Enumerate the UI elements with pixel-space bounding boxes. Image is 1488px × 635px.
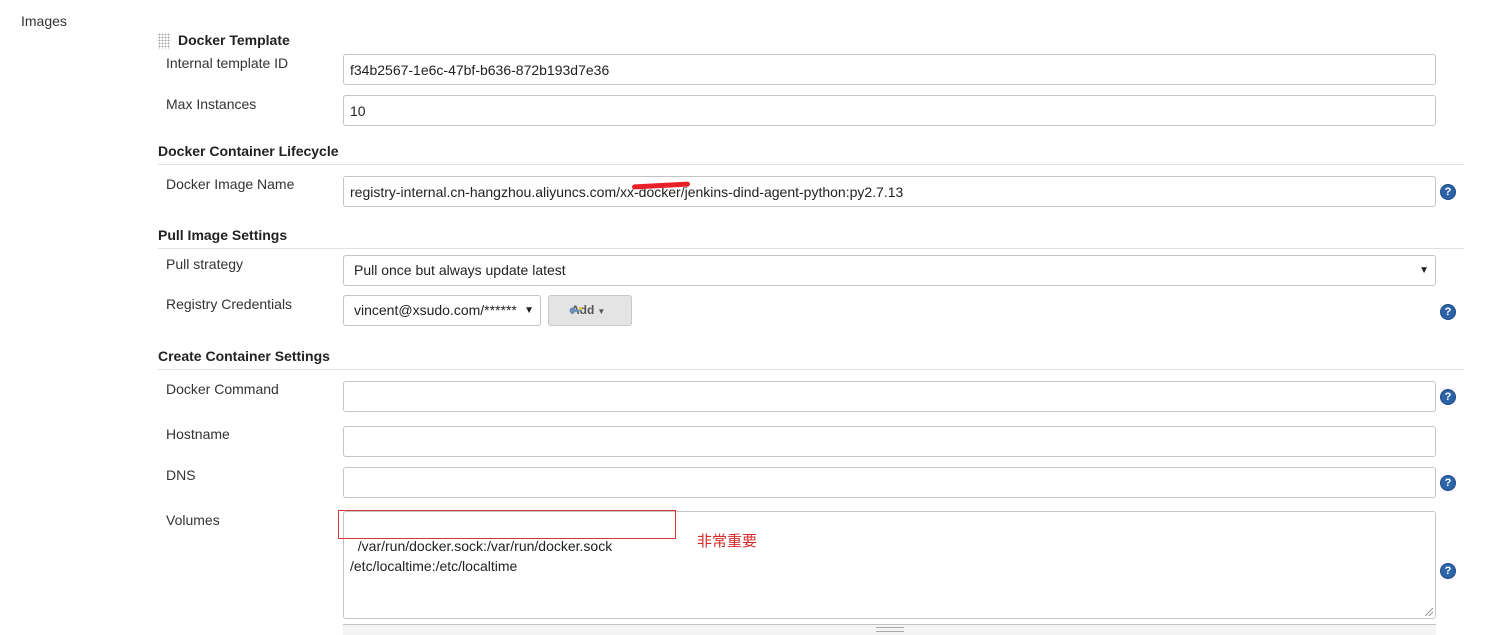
max-instances-input[interactable] xyxy=(343,95,1436,126)
template-id-label: Internal template ID xyxy=(166,55,289,71)
help-icon[interactable]: ? xyxy=(1440,184,1456,200)
dns-label: DNS xyxy=(166,467,196,483)
lifecycle-heading: Docker Container Lifecycle xyxy=(158,143,339,159)
textarea-resize-bar[interactable] xyxy=(343,624,1436,635)
volumes-label: Volumes xyxy=(166,512,220,528)
grip-icon xyxy=(876,627,904,632)
help-icon[interactable]: ? xyxy=(1440,389,1456,405)
drag-handle-icon[interactable] xyxy=(158,33,170,49)
image-name-label: Docker Image Name xyxy=(166,176,295,192)
section-divider xyxy=(158,369,1464,370)
help-icon[interactable]: ? xyxy=(1440,563,1456,579)
dns-input[interactable] xyxy=(343,467,1436,498)
pull-heading: Pull Image Settings xyxy=(158,227,288,243)
section-divider xyxy=(158,248,1464,249)
docker-command-label: Docker Command xyxy=(166,381,279,397)
pull-strategy-select[interactable]: Pull once but always update latest ▼ xyxy=(343,255,1436,286)
key-icon xyxy=(569,307,582,314)
annotation-text: 非常重要 xyxy=(697,533,758,550)
hostname-input[interactable] xyxy=(343,426,1436,457)
dropdown-caret-icon: ▼ xyxy=(597,307,606,316)
add-credentials-button[interactable]: Add ▼ xyxy=(548,295,632,326)
create-heading: Create Container Settings xyxy=(158,348,330,364)
volumes-value: /var/run/docker.sock:/var/run/docker.soc… xyxy=(350,538,613,574)
pull-strategy-label: Pull strategy xyxy=(166,256,244,272)
section-divider xyxy=(158,164,1464,165)
docker-command-input[interactable] xyxy=(343,381,1436,412)
annotation-highlight-box xyxy=(338,510,676,539)
help-icon[interactable]: ? xyxy=(1440,475,1456,491)
dropdown-caret-icon: ▼ xyxy=(1419,265,1429,276)
help-icon[interactable]: ? xyxy=(1440,304,1456,320)
image-name-input[interactable] xyxy=(343,176,1436,207)
pull-strategy-value: Pull once but always update latest xyxy=(354,262,566,278)
max-instances-label: Max Instances xyxy=(166,96,257,112)
credentials-label: Registry Credentials xyxy=(166,296,293,312)
hostname-label: Hostname xyxy=(166,426,230,442)
dropdown-caret-icon: ▼ xyxy=(524,305,534,316)
docker-template-title: Docker Template xyxy=(178,32,290,48)
credentials-value: vincent@xsudo.com/****** xyxy=(354,302,517,318)
template-id-input[interactable] xyxy=(343,54,1436,85)
images-label: Images xyxy=(21,13,67,29)
credentials-select[interactable]: vincent@xsudo.com/****** ▼ xyxy=(343,295,541,326)
resize-handle[interactable] xyxy=(1425,608,1433,616)
